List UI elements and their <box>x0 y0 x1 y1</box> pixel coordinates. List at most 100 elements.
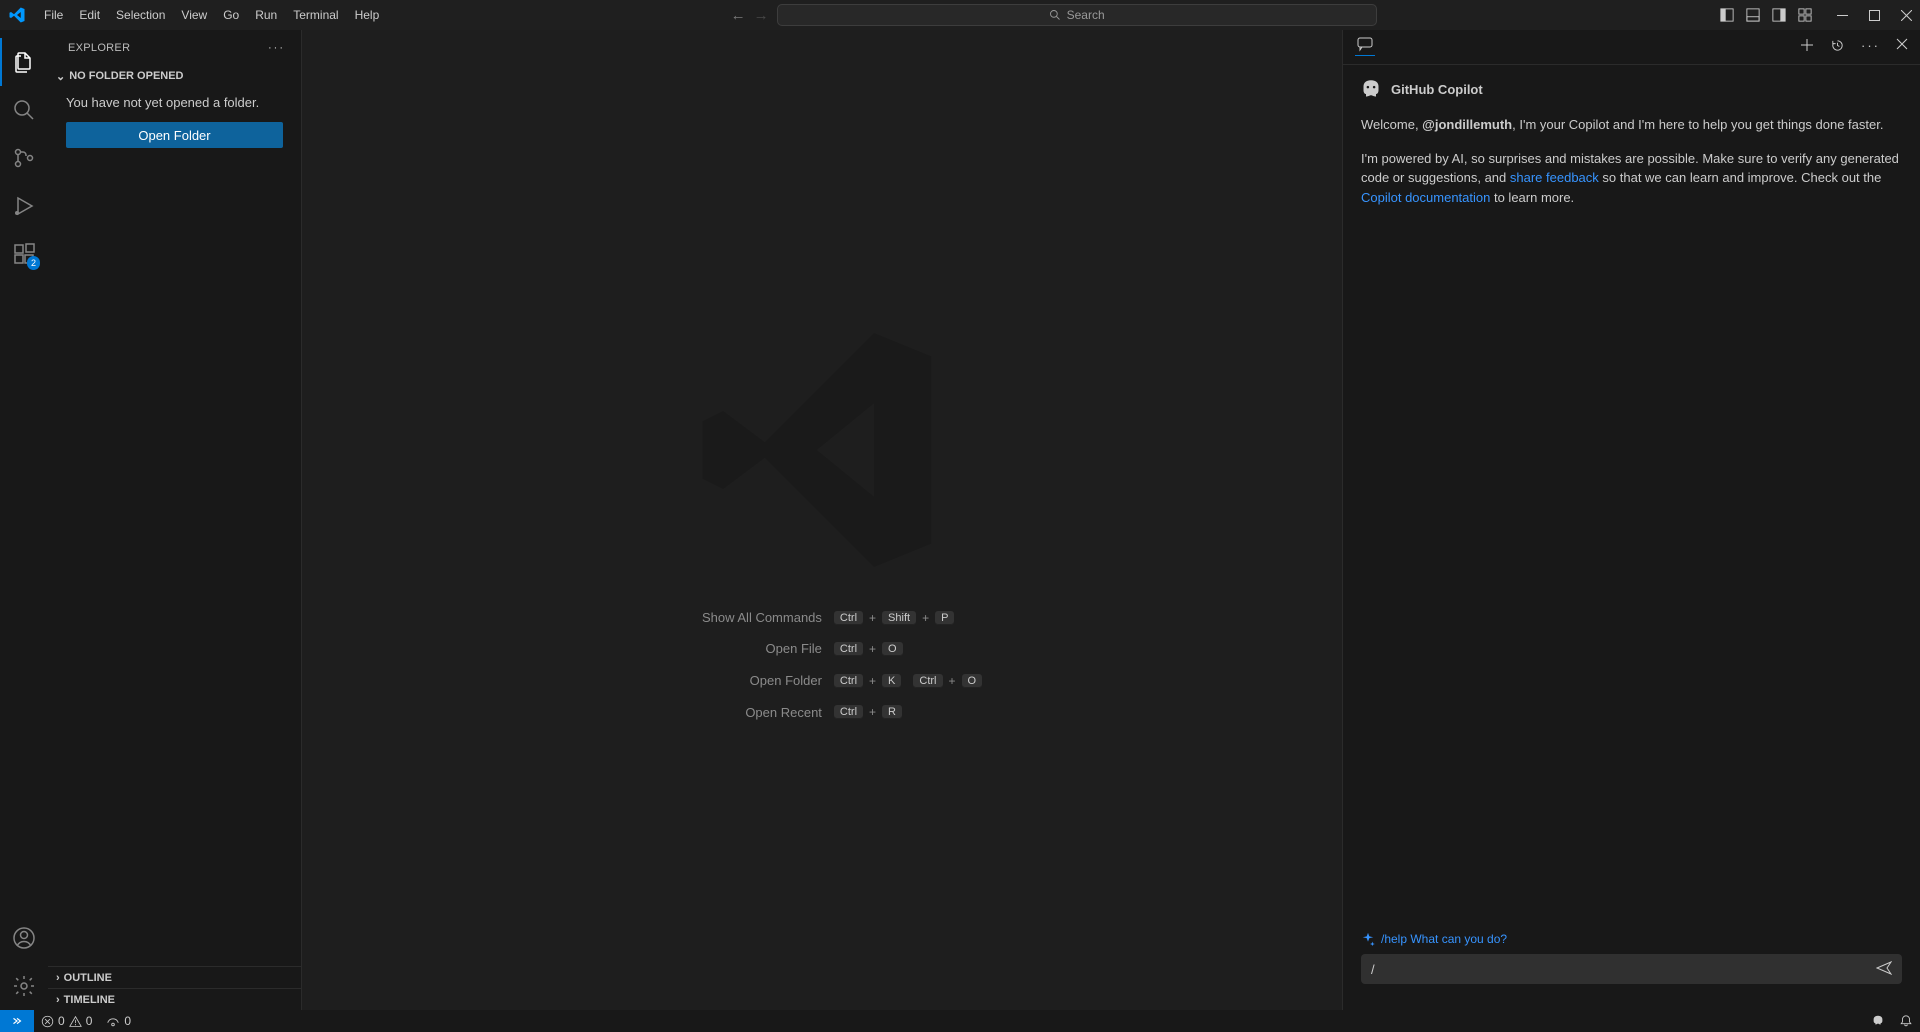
remote-icon <box>10 1014 24 1028</box>
vscode-watermark-icon <box>692 320 952 580</box>
window-close-icon[interactable] <box>1900 9 1912 21</box>
nav-history: ← → <box>731 7 769 24</box>
warning-icon <box>69 1015 82 1028</box>
nav-forward-icon[interactable]: → <box>754 7 769 24</box>
new-chat-icon[interactable] <box>1800 38 1814 56</box>
activity-bar: 2 <box>0 30 48 1010</box>
copilot-welcome-text: Welcome, @jondillemuth, I'm your Copilot… <box>1361 115 1902 135</box>
search-icon <box>1049 9 1061 21</box>
open-folder-button[interactable]: Open Folder <box>66 122 283 148</box>
menu-view[interactable]: View <box>173 4 215 26</box>
sidebar-title: EXPLORER <box>68 42 130 54</box>
shortcut-row: Open FileCtrl+O <box>662 641 982 657</box>
activity-run-debug[interactable] <box>0 182 48 230</box>
layout-panel-icon[interactable] <box>1746 8 1760 22</box>
search-placeholder: Search <box>1067 8 1105 22</box>
more-icon[interactable]: ··· <box>1861 38 1880 56</box>
shortcut-keys: Ctrl+O <box>834 642 903 656</box>
status-notifications[interactable] <box>1892 1014 1920 1028</box>
keyboard-key: Ctrl <box>834 611 863 625</box>
keyboard-key: R <box>882 705 902 719</box>
menu-terminal[interactable]: Terminal <box>285 4 346 26</box>
layout-customize-icon[interactable] <box>1798 8 1812 22</box>
menu-bar: File Edit Selection View Go Run Terminal… <box>36 4 387 26</box>
search-icon <box>12 98 36 122</box>
copilot-name: GitHub Copilot <box>1391 82 1483 97</box>
copilot-icon <box>1871 1014 1885 1028</box>
account-icon <box>12 926 36 950</box>
activity-extensions[interactable]: 2 <box>0 230 48 278</box>
sidebar-more-icon[interactable]: ··· <box>268 42 285 54</box>
sidebar-section-timeline[interactable]: › TIMELINE <box>48 988 301 1010</box>
menu-go[interactable]: Go <box>215 4 247 26</box>
activity-source-control[interactable] <box>0 134 48 182</box>
window-maximize-icon[interactable] <box>1868 9 1880 21</box>
keyboard-key: Ctrl <box>834 642 863 656</box>
chevron-right-icon: › <box>56 994 60 1006</box>
link-copilot-docs[interactable]: Copilot documentation <box>1361 190 1490 205</box>
close-icon[interactable] <box>1896 38 1908 56</box>
copilot-panel: ··· GitHub Copilot Welcome, @jondillemut… <box>1342 30 1920 1010</box>
layout-secondary-sidebar-icon[interactable] <box>1772 8 1786 22</box>
keyboard-key: O <box>962 674 983 688</box>
sidebar-explorer: EXPLORER ··· ⌄ NO FOLDER OPENED You have… <box>48 30 302 1010</box>
keyboard-key: Shift <box>882 611 916 625</box>
menu-edit[interactable]: Edit <box>71 4 108 26</box>
shortcut-label: Show All Commands <box>662 610 822 626</box>
timeline-label: TIMELINE <box>64 994 115 1006</box>
menu-selection[interactable]: Selection <box>108 4 173 26</box>
shortcut-row: Open FolderCtrl+KCtrl+O <box>662 673 982 689</box>
shortcut-keys: Ctrl+R <box>834 705 902 719</box>
bell-icon <box>1899 1014 1913 1028</box>
status-ports[interactable]: 0 <box>99 1014 138 1028</box>
nav-back-icon[interactable]: ← <box>731 7 746 24</box>
shortcut-label: Open Recent <box>662 705 822 721</box>
error-icon <box>41 1015 54 1028</box>
copilot-info-text: I'm powered by AI, so surprises and mist… <box>1361 149 1902 208</box>
activity-search[interactable] <box>0 86 48 134</box>
keyboard-key: P <box>935 611 954 625</box>
keyboard-key: Ctrl <box>834 674 863 688</box>
outline-label: OUTLINE <box>64 972 112 984</box>
shortcut-keys: Ctrl+Shift+P <box>834 611 955 625</box>
vscode-logo-icon <box>8 6 26 24</box>
shortcut-row: Show All Commands Ctrl+Shift+P <box>662 610 982 626</box>
chevron-down-icon: ⌄ <box>56 70 65 83</box>
copilot-username: @jondillemuth <box>1422 117 1512 132</box>
shortcut-label: Open Folder <box>662 673 822 689</box>
send-icon[interactable] <box>1876 960 1892 979</box>
status-copilot[interactable] <box>1864 1014 1892 1028</box>
menu-file[interactable]: File <box>36 4 71 26</box>
window-minimize-icon[interactable] <box>1836 9 1848 21</box>
layout-primary-sidebar-icon[interactable] <box>1720 8 1734 22</box>
activity-settings[interactable] <box>0 962 48 1010</box>
sidebar-section-outline[interactable]: › OUTLINE <box>48 966 301 988</box>
keyboard-key: K <box>882 674 901 688</box>
command-center-search[interactable]: Search <box>777 4 1377 26</box>
files-icon <box>12 50 36 74</box>
status-bar: 0 0 0 <box>0 1010 1920 1032</box>
copilot-icon <box>1361 79 1381 99</box>
keyboard-key: O <box>882 642 903 656</box>
extensions-badge: 2 <box>27 256 40 270</box>
ports-icon <box>106 1014 120 1028</box>
status-problems[interactable]: 0 0 <box>34 1014 99 1028</box>
copilot-chat-tab[interactable] <box>1355 38 1375 56</box>
titlebar: File Edit Selection View Go Run Terminal… <box>0 0 1920 30</box>
activity-explorer[interactable] <box>0 38 48 86</box>
status-remote-button[interactable] <box>0 1010 34 1032</box>
link-share-feedback[interactable]: share feedback <box>1510 170 1599 185</box>
debug-icon <box>12 194 36 218</box>
copilot-chat-input[interactable] <box>1371 962 1876 977</box>
menu-help[interactable]: Help <box>347 4 388 26</box>
shortcut-row: Open Recent Ctrl+R <box>662 705 982 721</box>
history-icon[interactable] <box>1830 38 1845 56</box>
shortcut-keys: Ctrl+K <box>834 674 901 688</box>
source-control-icon <box>12 146 36 170</box>
menu-run[interactable]: Run <box>247 4 285 26</box>
sparkle-icon <box>1361 932 1375 946</box>
activity-accounts[interactable] <box>0 914 48 962</box>
keyboard-key: Ctrl <box>913 674 942 688</box>
sidebar-section-no-folder[interactable]: ⌄ NO FOLDER OPENED <box>48 65 301 87</box>
copilot-help-hint[interactable]: /help What can you do? <box>1361 932 1902 946</box>
